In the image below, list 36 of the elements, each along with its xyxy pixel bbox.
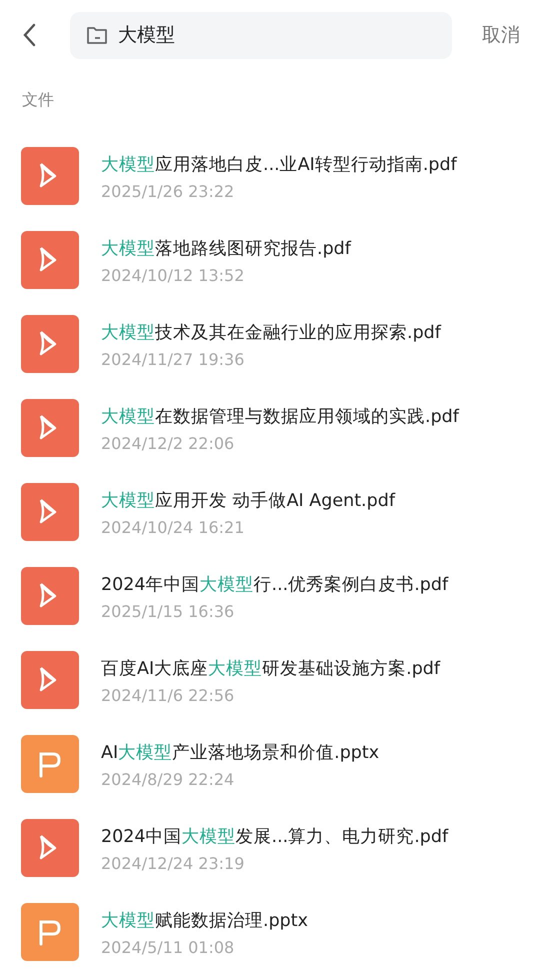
file-name[interactable]: 2024年中国大模型行...优秀案例白皮书.pdf — [101, 572, 448, 596]
pdf-icon — [21, 147, 79, 205]
search-field[interactable]: 大模型 — [118, 24, 418, 46]
file-date: 2025/1/15 16:36 — [101, 602, 236, 620]
pdf-icon — [21, 651, 79, 709]
file-date: 2024/12/24 23:19 — [101, 854, 246, 872]
pptx-icon — [21, 735, 79, 793]
file-date: 2024/11/27 19:36 — [101, 350, 246, 368]
pdf-icon — [21, 483, 79, 541]
file-name[interactable]: 大模型技术及其在金融行业的应用探索.pdf — [101, 320, 441, 344]
file-date: 2024/5/11 01:08 — [101, 938, 236, 956]
file-name[interactable]: 大模型落地路线图研究报告.pdf — [101, 236, 351, 260]
pdf-icon — [21, 567, 79, 625]
file-date: 2024/10/24 16:21 — [101, 518, 246, 536]
file-name[interactable]: 2024中国大模型发展...算力、电力研究.pdf — [101, 824, 448, 848]
file-date: 2024/8/29 22:24 — [101, 770, 236, 788]
pdf-icon — [21, 231, 79, 289]
pdf-icon — [21, 819, 79, 877]
file-name[interactable]: 大模型在数据管理与数据应用领域的实践.pdf — [101, 404, 459, 428]
pdf-icon — [21, 399, 79, 457]
file-date: 2024/12/2 22:06 — [101, 434, 236, 452]
file-date: 2025/1/26 23:22 — [101, 182, 236, 200]
file-date: 2024/10/12 13:52 — [101, 266, 246, 284]
section-title: 文件 — [21, 89, 55, 111]
pdf-icon — [21, 315, 79, 373]
search-bar[interactable]: 大模型 — [70, 12, 452, 58]
file-name[interactable]: 大模型应用开发 动手做AI Agent.pdf — [101, 488, 395, 512]
file-name[interactable]: 大模型应用落地白皮...业AI转型行动指南.pdf — [101, 152, 457, 176]
back-icon — [22, 23, 36, 47]
cancel-button[interactable]: 取消 — [482, 22, 520, 48]
file-date: 2024/11/6 22:56 — [101, 686, 236, 704]
folder-icon — [86, 25, 108, 45]
file-name[interactable]: AI大模型产业落地场景和价值.pptx — [101, 740, 380, 764]
file-name[interactable]: 百度AI大底座大模型研发基础设施方案.pdf — [101, 656, 440, 680]
pptx-icon — [21, 903, 79, 961]
file-name[interactable]: 大模型赋能数据治理.pptx — [101, 908, 308, 932]
